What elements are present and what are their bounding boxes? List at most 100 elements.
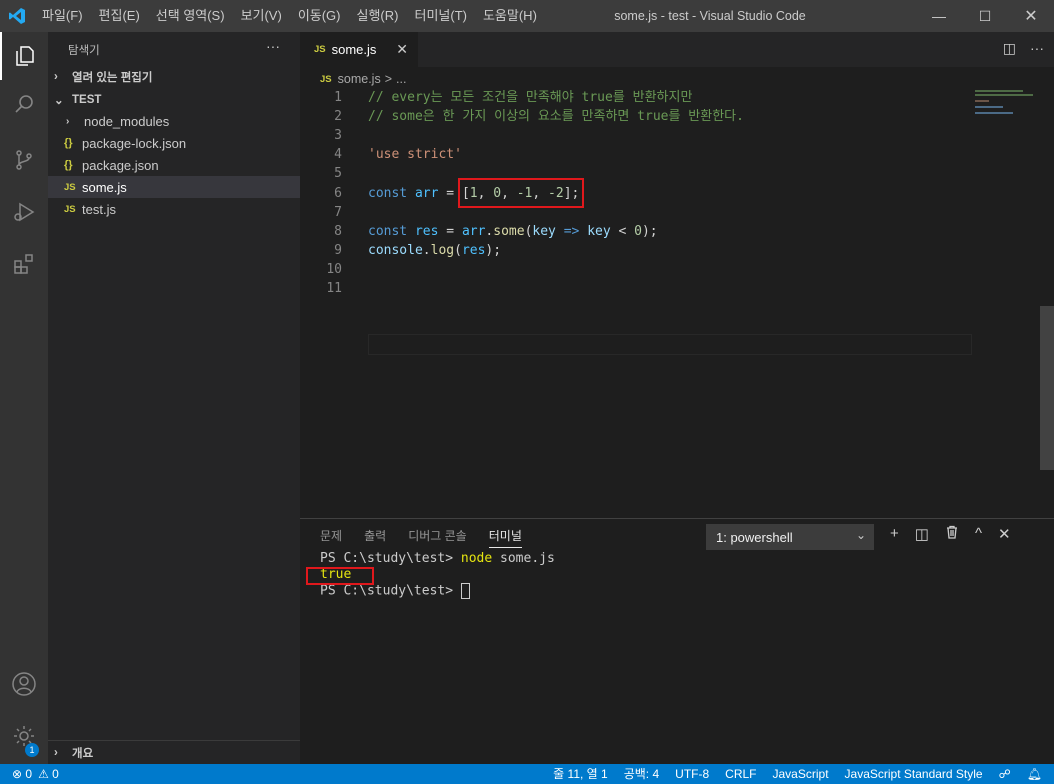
window-title: some.js - test - Visual Studio Code	[614, 9, 806, 23]
menu-go[interactable]: 이동(G)	[290, 0, 349, 32]
close-tab-icon[interactable]: ✕	[396, 41, 408, 58]
trash-icon[interactable]	[945, 525, 959, 543]
maximize-panel-icon[interactable]: ^	[975, 525, 982, 543]
editor-scrollbar[interactable]	[1040, 88, 1054, 518]
search-icon[interactable]	[0, 80, 48, 128]
explorer-sidebar: 탐색기 ··· › 열려 있는 편집기 ⌄ TEST › node_module…	[48, 32, 300, 764]
terminal-line-3: PS C:\study\test>	[320, 583, 555, 599]
end-of-line[interactable]: CRLF	[725, 764, 756, 784]
cursor-position[interactable]: 줄 11, 열 1	[553, 764, 608, 784]
output-highlight-box	[306, 567, 374, 585]
tab-label: some.js	[331, 42, 377, 57]
terminal-select[interactable]: 1: powershell ⌄	[706, 524, 874, 550]
tab-terminal[interactable]: 터미널	[488, 527, 522, 548]
breadcrumb: JS some.js > ...	[320, 68, 406, 90]
open-editors-label: 열려 있는 편집기	[72, 72, 153, 84]
tree-item-label: package.json	[82, 157, 159, 173]
menu-run[interactable]: 실행(R)	[349, 0, 407, 32]
warnings-count[interactable]: ⚠ 0	[38, 764, 59, 784]
run-debug-icon[interactable]	[0, 188, 48, 236]
linter-style[interactable]: JavaScript Standard Style	[845, 764, 983, 784]
json-icon: {}	[64, 137, 73, 149]
tab-some-js[interactable]: JS some.js ✕	[300, 32, 418, 67]
chevron-down-icon: ⌄	[54, 95, 64, 107]
explorer-icon[interactable]	[0, 32, 48, 80]
folder-section-test[interactable]: ⌄ TEST	[48, 89, 300, 111]
vscode-logo-icon	[0, 0, 34, 32]
terminal-select-value: 1: powershell	[716, 529, 793, 545]
js-icon: JS	[320, 73, 332, 85]
menu-bar: 파일(F) 편집(E) 선택 영역(S) 보기(V) 이동(G) 실행(R) 터…	[34, 0, 545, 32]
menu-file[interactable]: 파일(F)	[34, 0, 91, 32]
split-editor-icon[interactable]: ◫	[1003, 40, 1016, 57]
folder-label: TEST	[72, 94, 102, 106]
settings-gear-icon[interactable]: 1	[0, 712, 48, 760]
tree-item-package-json[interactable]: {} package.json	[48, 154, 300, 176]
feedback-icon[interactable]: ☍	[999, 764, 1011, 784]
breadcrumb-symbol[interactable]: ...	[396, 72, 406, 86]
editor-area: JS some.js ✕ ◫ ··· JS some.js > ... 1// …	[300, 32, 1054, 518]
tree-item-label: test.js	[82, 201, 116, 217]
minimap[interactable]	[975, 88, 1035, 118]
title-bar: 파일(F) 편집(E) 선택 영역(S) 보기(V) 이동(G) 실행(R) 터…	[0, 0, 1054, 32]
sidebar-header: 탐색기 ···	[48, 32, 300, 66]
tree-item-node-modules[interactable]: › node_modules	[48, 110, 300, 132]
notifications-bell-icon[interactable]: 🔔︎	[1027, 764, 1042, 784]
tree-item-some-js[interactable]: JS some.js	[48, 176, 300, 198]
menu-terminal[interactable]: 터미널(T)	[406, 0, 474, 32]
tab-output[interactable]: 출력	[364, 527, 386, 548]
more-actions-icon[interactable]: ···	[266, 38, 280, 54]
tab-problems[interactable]: 문제	[320, 527, 342, 548]
panel-tabs: 문제 출력 디버그 콘솔 터미널	[320, 527, 522, 548]
settings-badge: 1	[25, 743, 39, 757]
js-icon: JS	[64, 203, 76, 215]
open-editors-section[interactable]: › 열려 있는 편집기	[48, 66, 300, 88]
terminal-line-1: PS C:\study\test> node some.js	[320, 551, 555, 566]
chevron-down-icon: ⌄	[855, 528, 866, 542]
tree-item-test-js[interactable]: JS test.js	[48, 198, 300, 220]
breadcrumb-file[interactable]: some.js	[338, 72, 381, 86]
panel-actions: + ◫ ^ ✕	[890, 525, 1011, 543]
current-line-highlight	[368, 334, 972, 355]
menu-view[interactable]: 보기(V)	[233, 0, 290, 32]
encoding[interactable]: UTF-8	[675, 764, 709, 784]
tree-item-package-lock[interactable]: {} package-lock.json	[48, 132, 300, 154]
outline-label: 개요	[72, 748, 94, 760]
close-window-button[interactable]: ✕	[1008, 0, 1054, 32]
new-terminal-icon[interactable]: +	[890, 525, 899, 543]
maximize-button[interactable]: ☐	[962, 0, 1008, 32]
activity-bar: 1	[0, 32, 48, 764]
scrollbar-thumb[interactable]	[1040, 306, 1054, 470]
menu-help[interactable]: 도움말(H)	[475, 0, 545, 32]
js-icon: JS	[314, 44, 326, 55]
terminal-cursor	[460, 583, 470, 599]
array-highlight-box	[458, 178, 584, 208]
tree-item-label: package-lock.json	[82, 135, 187, 151]
close-panel-icon[interactable]: ✕	[998, 525, 1011, 543]
language-mode[interactable]: JavaScript	[773, 764, 829, 784]
chevron-right-icon: ›	[54, 71, 58, 83]
bottom-panel: 문제 출력 디버그 콘솔 터미널 1: powershell ⌄ + ◫ ^ ✕…	[300, 518, 1054, 764]
source-control-icon[interactable]	[0, 136, 48, 184]
tab-debug-console[interactable]: 디버그 콘솔	[408, 527, 467, 548]
sidebar-title: 탐색기	[68, 45, 100, 57]
more-actions-icon[interactable]: ···	[1030, 40, 1044, 57]
outline-section[interactable]: › 개요	[48, 740, 300, 765]
extensions-icon[interactable]	[0, 240, 48, 288]
tree-item-label: some.js	[82, 179, 127, 195]
status-bar: ⊗ 0 ⚠ 0 줄 11, 열 1 공백: 4 UTF-8 CRLF JavaS…	[0, 764, 1054, 784]
breadcrumb-separator: >	[384, 72, 393, 86]
menu-selection[interactable]: 선택 영역(S)	[148, 0, 233, 32]
json-icon: {}	[64, 159, 73, 171]
indentation[interactable]: 공백: 4	[624, 764, 659, 784]
minimize-button[interactable]: —	[916, 0, 962, 32]
account-icon[interactable]	[0, 660, 48, 708]
js-icon: JS	[64, 181, 76, 193]
errors-count[interactable]: ⊗ 0	[12, 764, 32, 784]
split-terminal-icon[interactable]: ◫	[915, 525, 929, 543]
tree-item-label: node_modules	[84, 113, 170, 129]
editor-tabs: JS some.js ✕ ◫ ···	[300, 32, 1054, 67]
chevron-right-icon: ›	[66, 115, 70, 127]
editor-actions: ◫ ···	[1003, 40, 1044, 57]
menu-edit[interactable]: 편집(E)	[91, 0, 148, 32]
